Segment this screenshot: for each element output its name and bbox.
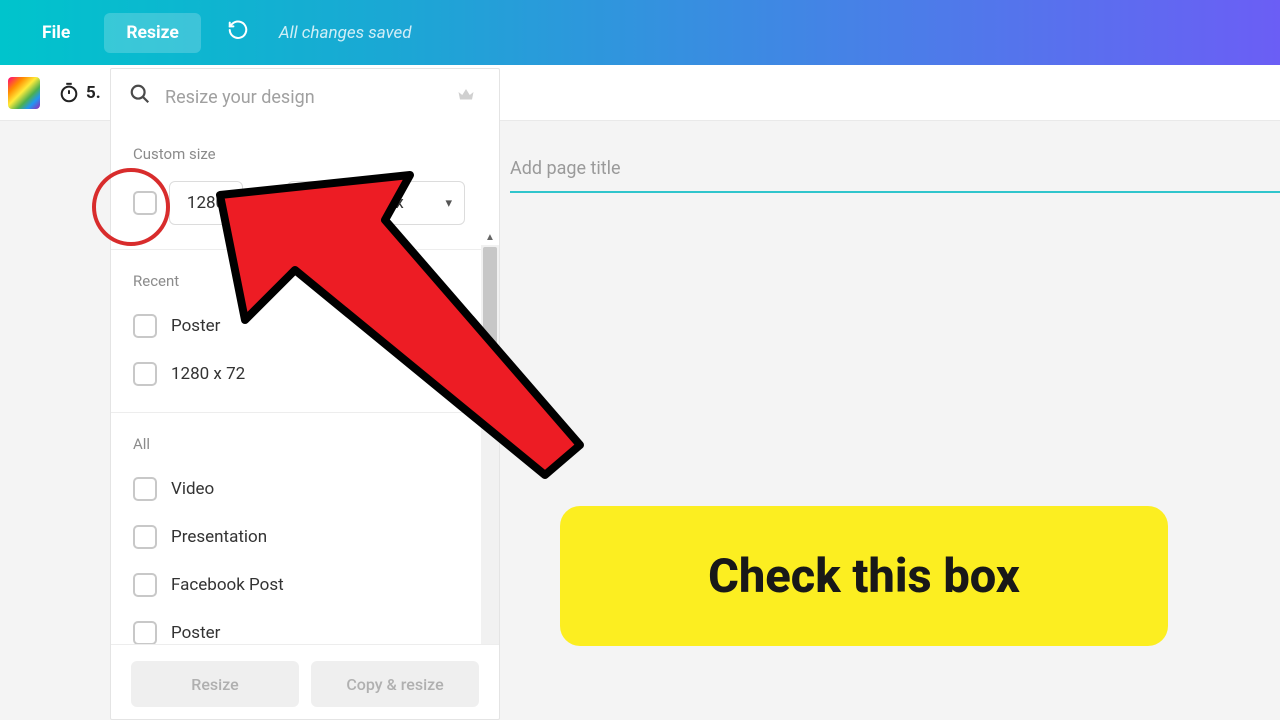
option-checkbox[interactable]	[133, 573, 157, 597]
scrollbar[interactable]: ▲ ▼	[481, 245, 499, 644]
file-menu[interactable]: File	[20, 13, 92, 53]
option-label: Poster	[171, 316, 220, 336]
copy-resize-button[interactable]: Copy & resize	[311, 661, 479, 707]
option-checkbox[interactable]	[133, 525, 157, 549]
option-label: Facebook Post	[171, 575, 284, 595]
search-input[interactable]	[165, 87, 443, 108]
color-swatch[interactable]	[8, 77, 40, 109]
custom-size-checkbox[interactable]	[133, 191, 157, 215]
custom-size-label: Custom size	[111, 125, 499, 175]
chevron-down-icon: ▾	[445, 196, 452, 211]
all-option[interactable]: Poster	[111, 609, 499, 644]
option-label: Poster	[171, 623, 220, 643]
all-option[interactable]: Video	[111, 465, 499, 513]
all-label: All	[111, 415, 499, 465]
option-label: Video	[171, 479, 214, 499]
recent-option[interactable]: 1280 x 72	[111, 350, 499, 398]
page-title-input[interactable]: Add page title	[510, 158, 1280, 193]
unit-select[interactable]: px ▾	[373, 181, 465, 225]
search-icon	[129, 83, 151, 111]
all-option[interactable]: Presentation	[111, 513, 499, 561]
option-label: 1280 x 72	[171, 364, 245, 384]
scrollbar-thumb[interactable]	[483, 247, 497, 367]
lock-icon[interactable]	[255, 192, 275, 215]
width-input[interactable]	[169, 181, 243, 225]
resize-button[interactable]: Resize	[131, 661, 299, 707]
resize-menu[interactable]: Resize	[104, 13, 201, 53]
annotation-callout: Check this box	[560, 506, 1168, 646]
top-menu-bar: File Resize All changes saved	[0, 0, 1280, 65]
all-option[interactable]: Facebook Post	[111, 561, 499, 609]
scroll-up-icon[interactable]: ▲	[481, 229, 499, 245]
option-label: Presentation	[171, 527, 267, 547]
option-checkbox[interactable]	[133, 621, 157, 644]
timer-value: 5.	[86, 83, 101, 103]
option-checkbox[interactable]	[133, 477, 157, 501]
save-status-text: All changes saved	[279, 23, 412, 43]
resize-panel: ▲ ▼ Custom size px ▾ Recent Poster	[110, 68, 500, 720]
undo-icon[interactable]	[213, 11, 263, 55]
timer-display[interactable]: 5.	[58, 82, 101, 104]
unit-value: px	[386, 193, 404, 213]
recent-option[interactable]: Poster	[111, 302, 499, 350]
option-checkbox[interactable]	[133, 314, 157, 338]
height-input[interactable]	[287, 181, 361, 225]
option-checkbox[interactable]	[133, 362, 157, 386]
recent-label: Recent	[111, 252, 499, 302]
crown-icon	[457, 86, 475, 109]
